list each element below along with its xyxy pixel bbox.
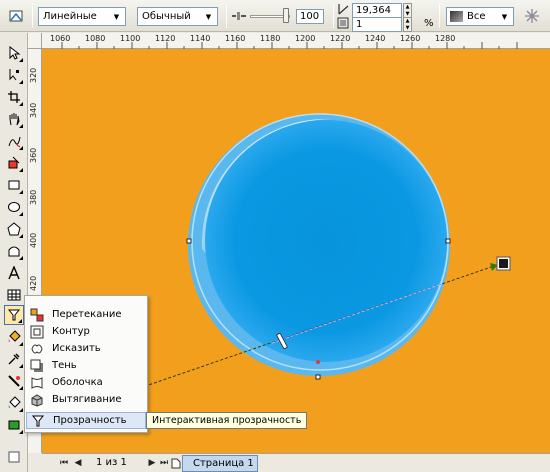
flyout-item-transparency[interactable]: Прозрачность <box>26 412 146 429</box>
distort-icon <box>26 341 48 357</box>
next-page-icon[interactable]: ▶ <box>146 457 158 469</box>
transparency-icon <box>27 413 49 429</box>
opacity-slider-icon <box>229 6 249 26</box>
first-page-icon[interactable]: ⏮ <box>58 457 70 469</box>
angle-spinner[interactable]: ▲ ▼ <box>403 3 412 18</box>
ruler-label: 320 <box>29 67 38 83</box>
end-node-fill <box>499 259 508 268</box>
ruler-corner[interactable] <box>28 33 42 49</box>
flyout-item-envelope[interactable]: Оболочка <box>26 374 146 391</box>
ruler-label: 380 <box>29 189 38 205</box>
shape-tool-icon[interactable] <box>4 65 24 85</box>
add-page-icon[interactable] <box>170 457 182 469</box>
flyout-item-label: Перетекание <box>52 309 122 320</box>
merge-mode-value: Обычный <box>142 11 191 22</box>
flyout-item-label: Вытягивание <box>52 394 122 405</box>
selection-handle[interactable] <box>315 374 321 380</box>
pick-tool-icon[interactable] <box>4 43 24 63</box>
opacity-input[interactable]: 100 <box>296 9 324 24</box>
last-page-icon[interactable]: ⏭ <box>158 457 170 469</box>
extrude-icon <box>26 392 48 408</box>
ruler-label: 340 <box>29 102 38 118</box>
interactive-transparency-tool-icon[interactable] <box>4 305 24 325</box>
angle-input[interactable]: 19,364 <box>352 3 402 18</box>
tooltip: Интерактивная прозрачность <box>146 412 308 429</box>
center-marker <box>316 360 320 364</box>
envelope-icon <box>26 375 48 391</box>
text-tool-icon[interactable] <box>4 263 24 283</box>
interactive-fill-tool-icon[interactable] <box>4 415 24 435</box>
property-bar: Линейные ▼ Обычный ▼ 100 19,364 ▲ ▼ 1 ▲ ▼ … <box>0 0 550 32</box>
border-spinner[interactable]: ▲ ▼ <box>403 17 412 32</box>
page-tab-label: Страница 1 <box>193 458 254 469</box>
flyout-item-label: Контур <box>52 326 90 337</box>
ellipse-tool-icon[interactable] <box>4 197 24 217</box>
transparency-preset-icon[interactable] <box>6 6 26 26</box>
opacity-slider-thumb[interactable] <box>283 8 289 23</box>
smart-fill-tool-icon[interactable] <box>4 153 24 173</box>
freeze-icon[interactable] <box>522 6 542 26</box>
flyout-item-label: Прозрачность <box>53 415 127 426</box>
ruler-label: 360 <box>29 147 38 163</box>
border-input[interactable]: 1 <box>352 17 402 32</box>
document-navigator-icon[interactable] <box>4 447 24 467</box>
polygon-tool-icon[interactable] <box>4 219 24 239</box>
selection-handle[interactable] <box>445 238 451 244</box>
flyout-item-label: Тень <box>52 360 77 371</box>
rectangle-tool-icon[interactable] <box>4 175 24 195</box>
fill-swatch-icon <box>450 11 463 22</box>
previous-page-icon[interactable]: ◀ <box>72 457 84 469</box>
chevron-down-icon: ▼ <box>113 12 120 21</box>
effects-flyout-menu: Перетекание Контур Исказить Тень Оболочк… <box>24 295 148 433</box>
selection-handle[interactable] <box>186 238 192 244</box>
flyout-item-shadow[interactable]: Тень <box>26 357 146 374</box>
horizontal-ruler: 1060 1080 1100 1120 1140 1160 1180 1200 … <box>28 33 550 49</box>
separator <box>32 4 33 28</box>
flyout-item-blend[interactable]: Перетекание <box>26 306 146 323</box>
angle-icon <box>336 2 350 16</box>
apply-to-select[interactable]: Все ▼ <box>446 7 514 26</box>
flyout-item-contour[interactable]: Контур <box>26 323 146 340</box>
page-count: 1 из 1 <box>96 457 127 468</box>
chevron-down-icon: ▼ <box>501 12 508 21</box>
blend-icon <box>26 307 48 323</box>
chevron-down-icon: ▼ <box>205 12 212 21</box>
border-unit: % <box>424 18 434 29</box>
border-icon <box>336 16 350 30</box>
crop-tool-icon[interactable] <box>4 87 24 107</box>
sphere-body[interactable] <box>205 120 447 362</box>
freehand-tool-icon[interactable] <box>4 131 24 151</box>
flyout-item-extrude[interactable]: Вытягивание <box>26 391 146 408</box>
basic-shapes-tool-icon[interactable] <box>4 241 24 261</box>
flyout-item-label: Исказить <box>52 343 101 354</box>
ruler-label: 420 <box>29 275 38 291</box>
transparency-type-select[interactable]: Линейные ▼ <box>38 7 126 26</box>
pan-tool-icon[interactable] <box>4 109 24 129</box>
flyout-item-distort[interactable]: Исказить <box>26 340 146 357</box>
merge-mode-select[interactable]: Обычный ▼ <box>137 7 218 26</box>
horizontal-ruler-ticks <box>61 42 518 49</box>
apply-to-value: Все <box>467 11 486 22</box>
page-tab[interactable]: Страница 1 <box>182 455 258 472</box>
paint-bucket-tool-icon[interactable] <box>4 393 24 413</box>
eyedropper-tool-icon[interactable] <box>4 349 24 369</box>
separator <box>226 4 227 28</box>
transparency-type-value: Линейные <box>43 11 97 22</box>
shadow-icon <box>26 358 48 374</box>
outline-tool-icon[interactable] <box>4 371 24 391</box>
table-tool-icon[interactable] <box>4 285 24 305</box>
page-navigator: ⏮ ◀ 1 из 1 ▶ ⏭ Страница 1 <box>42 453 550 472</box>
separator <box>333 4 334 28</box>
flyout-item-label: Оболочка <box>52 377 103 388</box>
fill-tool-icon[interactable] <box>4 327 24 347</box>
contour-icon <box>26 324 48 340</box>
ruler-label: 400 <box>29 232 38 248</box>
separator <box>439 4 440 28</box>
